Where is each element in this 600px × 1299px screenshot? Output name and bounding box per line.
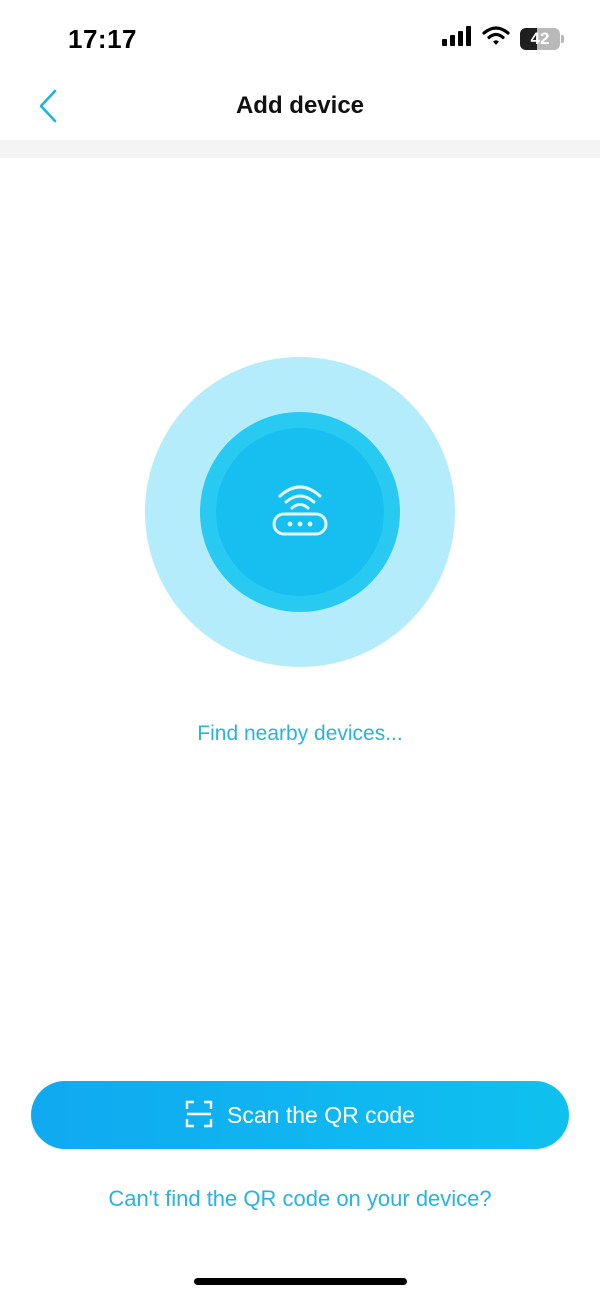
- home-indicator: [194, 1278, 407, 1285]
- page-title: Add device: [235, 92, 365, 119]
- cellular-signal-icon: [442, 26, 472, 51]
- scan-status-message: Find nearby devices...: [197, 722, 403, 745]
- cant-find-qr-link[interactable]: Can't find the QR code on your device?: [0, 1186, 600, 1212]
- header-divider: [0, 140, 600, 158]
- status-bar: 17:17 42: [0, 0, 600, 78]
- router-wifi-icon: [270, 480, 330, 545]
- wifi-icon: [482, 26, 510, 51]
- status-time: 17:17: [68, 24, 137, 54]
- scan-pulse-inner: [216, 428, 384, 596]
- battery-percentage: 42: [530, 28, 550, 48]
- battery-tip: [561, 34, 564, 43]
- battery-icon: 42: [520, 27, 564, 50]
- status-icons: 42: [442, 26, 564, 51]
- qr-scan-frame-icon: [185, 1100, 213, 1131]
- scan-qr-button[interactable]: Scan the QR code: [31, 1081, 569, 1149]
- navigation-header: Add device: [0, 78, 600, 140]
- scan-qr-button-label: Scan the QR code: [227, 1101, 415, 1128]
